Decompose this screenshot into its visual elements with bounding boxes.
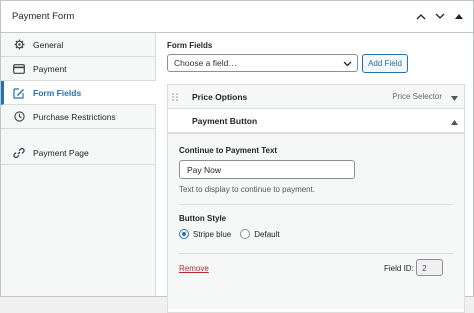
payment-form-panel: Payment Form General Payment Form Fields… — [0, 0, 474, 313]
field-id-value: 2 — [422, 262, 427, 273]
chevron-up-icon[interactable] — [415, 10, 427, 22]
field-select-value: Choose a field… — [174, 58, 237, 68]
clock-icon — [12, 110, 26, 124]
sidebar-item-label: Form Fields — [33, 87, 82, 98]
link-icon — [12, 146, 26, 160]
triangle-up-icon[interactable] — [451, 117, 458, 127]
sidebar-item-payment-page[interactable]: Payment Page — [1, 141, 155, 165]
chevron-down-icon[interactable] — [434, 10, 446, 22]
field-type-tag: Price Selector — [392, 92, 442, 101]
panel-header: Payment Form — [1, 1, 473, 33]
sidebar-item-payment[interactable]: Payment — [1, 57, 155, 81]
sidebar-item-label: Payment Page — [33, 147, 89, 158]
button-style-options: Stripe blue Default — [179, 229, 280, 239]
sidebar-item-label: Payment — [33, 63, 67, 74]
continue-text-help: Text to display to continue to payment. — [179, 185, 316, 194]
button-style-label: Button Style — [179, 214, 227, 223]
field-id-input: 2 — [416, 259, 443, 276]
panel-title: Payment Form — [12, 11, 75, 22]
radio-default[interactable]: Default — [240, 229, 280, 239]
field-id-label: Field ID: — [384, 264, 414, 273]
field-title: Payment Button — [192, 115, 258, 126]
fields-list: Price Options Price Selector Payment But… — [167, 84, 465, 313]
triangle-up-icon[interactable] — [453, 10, 465, 22]
radio-selected-icon[interactable] — [179, 229, 189, 239]
sidebar-item-form-fields[interactable]: Form Fields — [1, 81, 156, 105]
edit-icon — [12, 86, 26, 100]
triangle-down-icon[interactable] — [451, 93, 458, 103]
continue-text-label: Continue to Payment Text — [179, 146, 278, 155]
remove-link[interactable]: Remove — [179, 264, 209, 273]
divider — [179, 204, 453, 205]
sidebar-item-label: Purchase Restrictions — [33, 111, 116, 122]
field-row-payment-button[interactable]: Payment Button — [168, 109, 464, 133]
continue-text-input[interactable]: Pay Now — [179, 160, 355, 179]
sidebar-item-purchase-restrictions[interactable]: Purchase Restrictions — [1, 105, 155, 129]
radio-label: Stripe blue — [193, 229, 232, 239]
sidebar: General Payment Form Fields Purchase Res… — [1, 33, 156, 296]
card-icon — [12, 62, 26, 76]
radio-label: Default — [254, 229, 280, 239]
panel-controls — [415, 10, 465, 22]
sidebar-item-label: General — [33, 39, 64, 50]
radio-unselected-icon[interactable] — [240, 229, 251, 239]
radio-stripe-blue[interactable]: Stripe blue — [179, 229, 231, 239]
drag-handle-icon[interactable] — [171, 92, 179, 102]
divider — [179, 253, 453, 254]
continue-text-value: Pay Now — [187, 164, 222, 175]
field-select[interactable]: Choose a field… — [167, 54, 358, 72]
gear-icon — [12, 38, 26, 52]
main-content: Form Fields Choose a field… Add Field Pr… — [167, 33, 465, 313]
sidebar-item-general[interactable]: General — [1, 33, 155, 57]
payment-button-settings: Continue to Payment Text Pay Now Text to… — [168, 133, 464, 309]
field-title: Price Options — [192, 91, 248, 102]
add-field-button[interactable]: Add Field — [362, 54, 408, 73]
chevron-down-icon — [343, 59, 352, 69]
form-fields-label: Form Fields — [167, 41, 213, 50]
field-row-price-options[interactable]: Price Options Price Selector — [168, 85, 464, 109]
